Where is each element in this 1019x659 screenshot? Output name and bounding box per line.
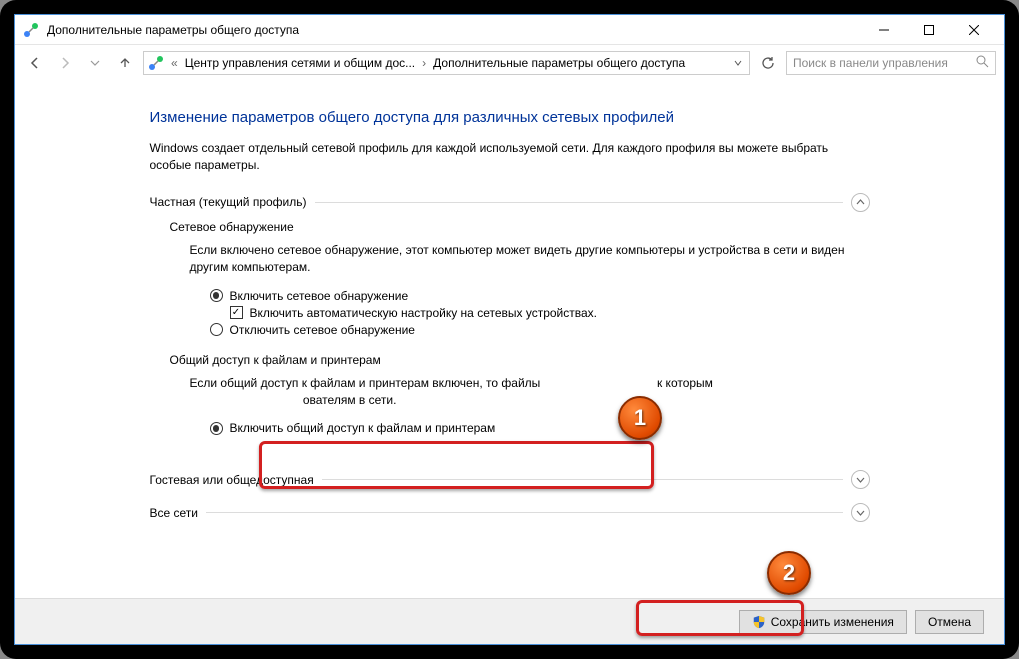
radio-discovery-on[interactable]: Включить сетевое обнаружение [210,289,870,303]
footer: Сохранить изменения Отмена [15,598,1004,644]
refresh-button[interactable] [756,51,780,75]
section-all-header[interactable]: Все сети [150,503,870,522]
radio-label: Включить общий доступ к файлам и принтер… [230,421,496,435]
section-guest-header[interactable]: Гостевая или общедоступная [150,470,870,489]
titlebar: Дополнительные параметры общего доступа [15,15,1004,45]
discovery-heading: Сетевое обнаружение [170,220,870,234]
shield-icon [752,615,766,629]
breadcrumb-chevron: « [168,56,181,70]
fileshare-heading: Общий доступ к файлам и принтерам [170,353,870,367]
chevron-down-icon[interactable] [851,503,870,522]
chevron-up-icon[interactable] [851,193,870,212]
breadcrumb[interactable]: « Центр управления сетями и общим дос...… [143,51,750,75]
section-private-label: Частная (текущий профиль) [150,195,307,209]
chevron-down-icon[interactable] [851,470,870,489]
breadcrumb-dropdown-icon[interactable] [731,56,745,70]
checkbox-label: Включить автоматическую настройку на сет… [250,306,598,320]
search-input[interactable]: Поиск в панели управления [786,51,996,75]
section-all-label: Все сети [150,506,199,520]
checkbox-icon: ✓ [230,306,243,319]
breadcrumb-item[interactable]: Дополнительные параметры общего доступа [433,56,685,70]
content-area: Изменение параметров общего доступа для … [15,81,1004,598]
checkbox-auto-setup[interactable]: ✓ Включить автоматическую настройку на с… [230,306,870,320]
breadcrumb-chevron: › [419,56,429,70]
navbar: « Центр управления сетями и общим дос...… [15,45,1004,81]
discovery-desc: Если включено сетевое обнаружение, этот … [190,242,870,277]
section-private-header[interactable]: Частная (текущий профиль) [150,193,870,212]
network-icon [23,22,39,38]
page-heading: Изменение параметров общего доступа для … [150,109,870,126]
page-intro: Windows создает отдельный сетевой профил… [150,140,870,175]
close-button[interactable] [951,15,996,44]
nav-recent-button[interactable] [83,51,107,75]
radio-icon [210,289,223,302]
nav-forward-button[interactable] [53,51,77,75]
window: Дополнительные параметры общего доступа … [14,14,1005,645]
breadcrumb-item[interactable]: Центр управления сетями и общим дос... [185,56,415,70]
radio-fileshare-on[interactable]: Включить общий доступ к файлам и принтер… [210,421,870,435]
nav-up-button[interactable] [113,51,137,75]
radio-discovery-off[interactable]: Отключить сетевое обнаружение [210,323,870,337]
window-title: Дополнительные параметры общего доступа [47,23,861,37]
cancel-button-label: Отмена [928,615,971,629]
maximize-button[interactable] [906,15,951,44]
radio-label: Отключить сетевое обнаружение [230,323,415,337]
section-guest-label: Гостевая или общедоступная [150,473,314,487]
radio-icon [210,422,223,435]
network-icon [148,55,164,71]
radio-icon [210,323,223,336]
save-button[interactable]: Сохранить изменения [739,610,907,634]
search-icon [976,55,989,71]
nav-back-button[interactable] [23,51,47,75]
minimize-button[interactable] [861,15,906,44]
fileshare-desc: Если общий доступ к файлам и принтерам в… [190,375,870,410]
radio-label: Включить сетевое обнаружение [230,289,409,303]
cancel-button[interactable]: Отмена [915,610,984,634]
save-button-label: Сохранить изменения [771,615,894,629]
search-placeholder: Поиск в панели управления [793,56,948,70]
